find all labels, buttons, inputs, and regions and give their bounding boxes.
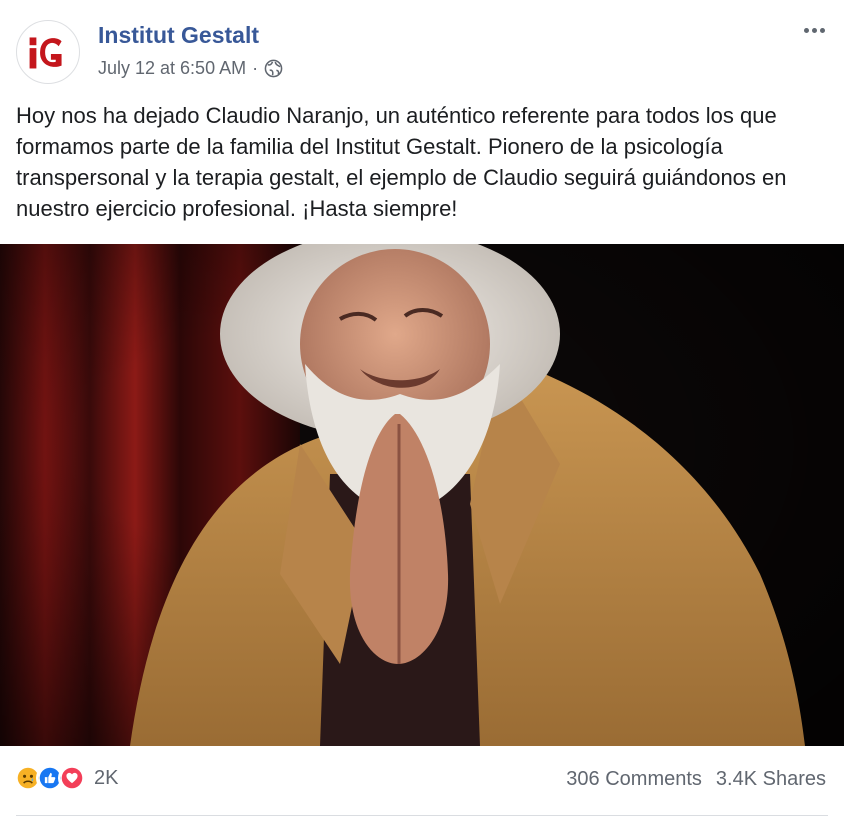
meta-separator: · [252,58,259,78]
post-meta: July 12 at 6:50 AM · [98,58,283,79]
shares-count-link[interactable]: 3.4K Shares [716,768,826,791]
page-avatar[interactable] [16,20,80,84]
post-photo[interactable] [0,244,844,746]
more-dot [803,27,809,33]
globe-icon[interactable] [264,59,283,78]
more-dot [811,27,817,33]
facebook-post: Institut Gestalt July 12 at 6:50 AM · Ho… [0,0,844,818]
more-dot [819,27,825,33]
engagement-stats: 306 Comments 3.4K Shares [566,768,826,791]
post-footer: 2K 306 Comments 3.4K Shares [0,746,844,818]
portrait-image [0,244,844,746]
post-message: Hoy nos ha dejado Claudio Naranjo, un au… [16,103,787,221]
page-name-link[interactable]: Institut Gestalt [98,22,259,49]
more-options-icon[interactable] [798,20,830,40]
footer-divider [16,815,828,816]
post-timestamp[interactable]: July 12 at 6:50 AM [98,58,246,79]
comments-count-link[interactable]: 306 Comments [566,768,702,791]
institut-gestalt-logo-icon [17,21,79,83]
reaction-count: 2K [94,766,119,789]
post-header: Institut Gestalt July 12 at 6:50 AM · [0,0,844,96]
reactions-summary[interactable]: 2K [14,764,118,792]
love-reaction-icon [58,764,86,792]
